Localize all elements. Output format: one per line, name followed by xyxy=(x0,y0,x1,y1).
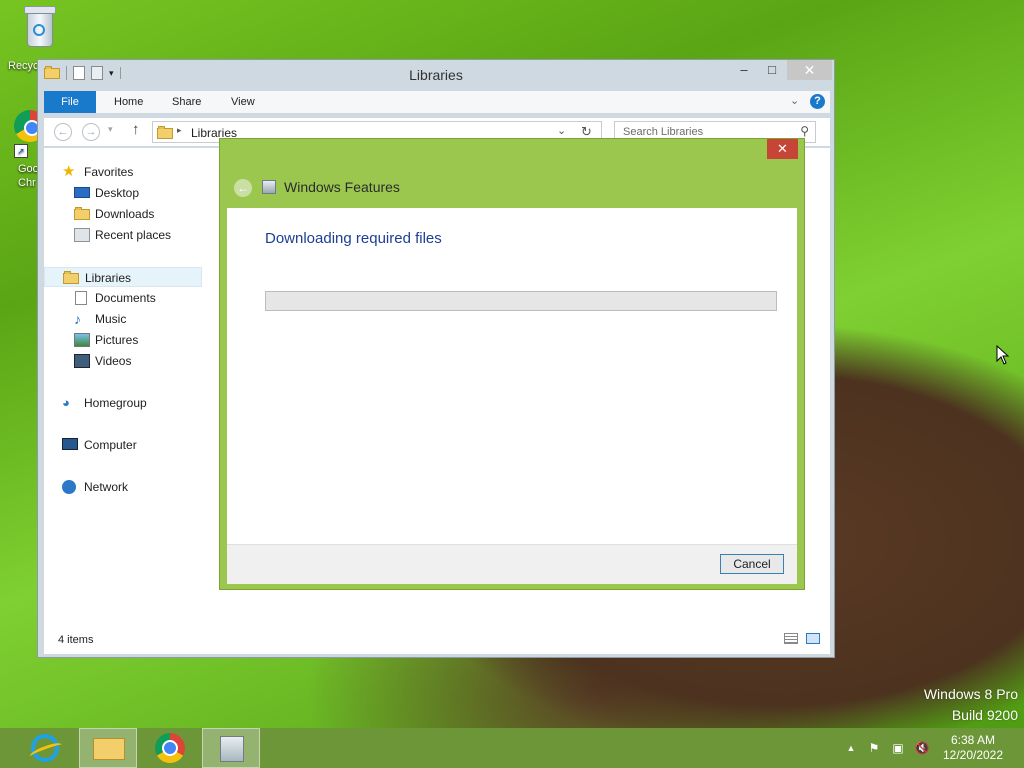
recycle-bin-label: Recyc xyxy=(8,60,39,72)
volume-muted-icon[interactable]: 🔇 xyxy=(914,740,930,756)
tab-share[interactable]: Share xyxy=(172,91,201,113)
taskbar-clock[interactable]: 6:38 AM 12/20/2022 xyxy=(942,733,1004,763)
breadcrumb-chevron-icon[interactable]: ▸ xyxy=(177,125,182,136)
watermark-build: Build 9200 xyxy=(951,707,1018,723)
nav-item-computer[interactable]: Computer xyxy=(44,435,202,455)
maximize-button[interactable]: □ xyxy=(758,60,786,80)
computer-icon xyxy=(62,438,78,450)
nav-label: Downloads xyxy=(95,207,155,221)
file-explorer-icon xyxy=(93,738,125,760)
window-title: Libraries xyxy=(409,67,463,83)
clock-date: 12/20/2022 xyxy=(942,748,1004,762)
back-arrow-icon[interactable]: ← xyxy=(234,179,252,197)
recycle-bin-icon xyxy=(24,6,56,47)
show-hidden-icons[interactable]: ▲ xyxy=(843,740,859,756)
back-button[interactable]: ← xyxy=(54,123,72,141)
recent-places-icon xyxy=(74,228,90,242)
nav-item-homegroup[interactable]: ◕ Homegroup xyxy=(44,393,202,413)
nav-label: Computer xyxy=(84,438,137,452)
internet-explorer-icon xyxy=(31,734,59,762)
taskbar: ▲ ⚑ ▣ 🔇 6:38 AM 12/20/2022 xyxy=(0,728,1024,768)
desktop: Recyc ➚ Goo Chr ▾ Libraries – □ ✕ File H… xyxy=(0,0,1024,728)
ribbon-tabs: File Home Share View ⌄ ? xyxy=(44,91,830,113)
homegroup-icon: ◕ xyxy=(62,395,70,410)
nav-item-favorites[interactable]: ★ Favorites xyxy=(44,162,202,182)
star-icon: ★ xyxy=(62,163,76,180)
pictures-icon xyxy=(74,333,90,347)
dialog-footer: Cancel xyxy=(227,544,797,584)
nav-label: Desktop xyxy=(95,186,140,200)
network-icon xyxy=(62,480,76,494)
details-view-icon[interactable] xyxy=(784,633,798,644)
nav-label: Music xyxy=(95,312,127,326)
nav-label: Homegroup xyxy=(84,396,147,410)
help-icon[interactable]: ? xyxy=(810,94,825,109)
search-placeholder: Search Libraries xyxy=(623,126,704,138)
nav-label: Pictures xyxy=(95,333,139,347)
nav-item-videos[interactable]: Videos xyxy=(44,351,202,371)
network-icon[interactable]: ▣ xyxy=(890,740,906,756)
nav-item-pictures[interactable]: Pictures xyxy=(44,330,202,350)
nav-label: Recent places xyxy=(95,228,172,242)
large-icons-view-icon[interactable] xyxy=(806,633,820,644)
dialog-close-button[interactable]: ✕ xyxy=(767,139,798,159)
downloads-icon xyxy=(74,207,90,221)
desktop-icon xyxy=(74,187,90,198)
dialog-heading: Downloading required files xyxy=(265,230,442,247)
item-count: 4 items xyxy=(58,634,94,646)
libraries-icon xyxy=(157,126,173,139)
taskbar-chrome[interactable] xyxy=(141,728,199,768)
taskbar-windows-features[interactable] xyxy=(202,728,260,768)
watermark-edition: Windows 8 Pro xyxy=(923,686,1018,702)
tab-view[interactable]: View xyxy=(231,91,255,113)
expand-ribbon-icon[interactable]: ⌄ xyxy=(790,94,799,107)
tab-file[interactable]: File xyxy=(44,91,96,113)
nav-item-music[interactable]: ♪ Music xyxy=(44,309,202,329)
nav-label: Libraries xyxy=(85,271,132,285)
nav-item-network[interactable]: Network xyxy=(44,477,202,497)
status-bar: 4 items xyxy=(44,626,830,654)
windows-features-icon xyxy=(220,736,244,762)
recycle-bin-shortcut[interactable]: Recyc xyxy=(4,6,72,72)
minimize-button[interactable]: – xyxy=(730,60,758,80)
windows-features-icon xyxy=(262,180,276,194)
tab-home[interactable]: Home xyxy=(114,91,143,113)
nav-item-downloads[interactable]: Downloads xyxy=(44,204,202,224)
nav-item-libraries[interactable]: Libraries xyxy=(44,267,202,287)
explorer-titlebar[interactable]: ▾ Libraries – □ ✕ xyxy=(38,60,834,88)
music-icon: ♪ xyxy=(74,311,81,327)
address-dropdown-icon[interactable]: ⌄ xyxy=(557,124,566,137)
chrome-label-line1: Goo xyxy=(18,163,39,175)
nav-label: Videos xyxy=(95,354,132,368)
os-watermark: Windows 8 Pro Build 9200 xyxy=(924,684,1018,726)
cancel-button[interactable]: Cancel xyxy=(720,554,784,574)
windows-features-dialog: ✕ ← Windows Features Downloading require… xyxy=(219,138,805,590)
close-button[interactable]: ✕ xyxy=(787,60,832,80)
nav-label: Network xyxy=(84,480,129,494)
nav-label: Favorites xyxy=(84,165,134,179)
download-progress-bar xyxy=(265,291,777,311)
taskbar-internet-explorer[interactable] xyxy=(16,728,74,768)
mouse-cursor-icon xyxy=(996,345,1010,365)
action-center-icon[interactable]: ⚑ xyxy=(866,740,882,756)
recent-locations-icon[interactable]: ▾ xyxy=(108,124,113,135)
nav-item-documents[interactable]: Documents xyxy=(44,288,202,308)
dialog-title: Windows Features xyxy=(284,179,400,195)
shortcut-arrow-icon: ➚ xyxy=(14,144,28,158)
up-button[interactable]: ↑ xyxy=(132,121,140,138)
chrome-label-line2: Chr xyxy=(18,177,36,189)
dialog-body: Downloading required files xyxy=(227,208,797,544)
clock-time: 6:38 AM xyxy=(950,733,996,747)
nav-label: Documents xyxy=(95,291,156,305)
nav-item-recent-places[interactable]: Recent places xyxy=(44,225,202,245)
libraries-icon xyxy=(63,271,79,285)
chrome-icon xyxy=(155,733,185,763)
forward-button[interactable]: → xyxy=(82,123,100,141)
videos-icon xyxy=(74,354,90,368)
navigation-pane: ★ Favorites Desktop Downloads Recent pla… xyxy=(44,148,204,626)
taskbar-file-explorer[interactable] xyxy=(79,728,137,768)
nav-item-desktop[interactable]: Desktop xyxy=(44,183,202,203)
search-icon[interactable]: ⚲ xyxy=(800,124,809,138)
documents-icon xyxy=(75,291,87,305)
